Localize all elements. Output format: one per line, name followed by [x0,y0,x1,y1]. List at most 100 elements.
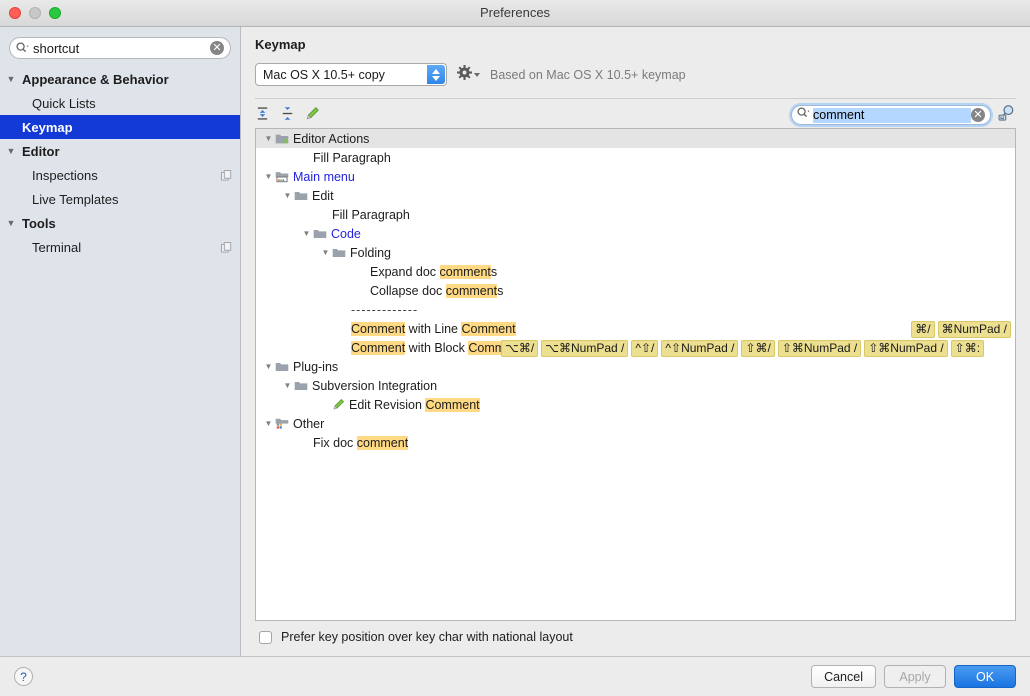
copy-settings-icon[interactable] [221,241,232,253]
chevron-down-icon[interactable]: ▼ [281,381,294,390]
sidebar-item-terminal[interactable]: Terminal [0,235,240,259]
sidebar-item-quick-lists[interactable]: Quick Lists [0,91,240,115]
window-title: Preferences [479,5,551,20]
shortcut-badge[interactable]: ⇧⌘NumPad / [864,340,948,357]
sidebar-search-clear-icon[interactable]: ✕ [210,41,224,55]
tree-row-label: Main menu [293,169,355,184]
tree-row[interactable]: ▼ Folding [256,243,1015,262]
tree-search-container: ✕ [791,103,1016,127]
shortcut-badges: ⌥⌘/⌥⌘NumPad / ^⇧/^⇧NumPad / ⇧⌘/⇧⌘NumPad / ⇧… [501,340,985,357]
edit-shortcut-pencil-icon[interactable] [305,106,320,121]
tree-row[interactable]: ▼ Edit [256,186,1015,205]
sidebar-item-label: Keymap [22,119,73,135]
tree-row[interactable]: ▼ Plug-ins [256,357,1015,376]
sidebar-search-input[interactable] [33,39,210,57]
shortcut-badge[interactable]: ⇧⌘: [950,340,985,357]
shortcut-badges: ⌘/⌘NumPad / [911,321,1011,338]
tree-row-label: Collapse doc comments [370,283,504,298]
ok-button[interactable]: OK [954,665,1016,688]
tree-row[interactable]: ▼ Code [256,224,1015,243]
tree-row[interactable]: ------------- [256,300,1015,319]
shortcut-badge[interactable]: ⌘/ [911,321,935,338]
sidebar-item-label: Inspections [32,167,98,183]
tree-row[interactable]: Edit Revision Comment [256,395,1015,414]
prefer-key-position-row[interactable]: Prefer key position over key char with n… [241,621,1030,644]
keymap-pane: Keymap Mac OS X 10.5+ copy Based on Mac … [241,27,1030,656]
tree-row[interactable]: ▼ Editor Actions [256,129,1015,148]
chevron-down-icon[interactable]: ▼ [0,74,22,84]
tree-search-clear-icon[interactable]: ✕ [971,108,985,122]
editor-actions-icon [275,132,289,145]
expand-all-icon[interactable] [255,106,270,121]
sidebar-item-keymap[interactable]: Keymap [0,115,240,139]
keymap-settings-button[interactable] [457,64,480,85]
chevron-down-icon[interactable]: ▼ [0,146,22,156]
sidebar-item-tools[interactable]: ▼ Tools [0,211,240,235]
chevron-down-icon[interactable]: ▼ [281,191,294,200]
tree-row[interactable]: Collapse doc comments [256,281,1015,300]
prefer-key-position-checkbox[interactable] [259,630,272,644]
chevron-down-icon[interactable]: ▼ [262,362,275,371]
folder-icon [332,247,346,259]
chevron-down-icon[interactable]: ▼ [0,218,22,228]
page-title: Keymap [255,37,306,52]
cancel-button[interactable]: Cancel [811,665,876,688]
sidebar-search-container: ✕ [0,33,240,67]
tree-row-label: Fill Paragraph [332,207,410,222]
chevron-down-icon[interactable]: ▼ [262,134,275,143]
tree-row[interactable]: ▼ Other [256,414,1015,433]
tree-row-label: Fill Paragraph [313,150,391,165]
chevron-down-icon[interactable]: ▼ [319,248,332,257]
tree-row-label: Edit [312,188,334,203]
chevron-down-icon[interactable]: ▼ [300,229,313,238]
find-by-shortcut-icon[interactable] [997,103,1016,127]
collapse-all-icon[interactable] [280,106,295,121]
shortcut-badge[interactable]: ^⇧NumPad / [661,340,739,357]
prefer-key-position-label: Prefer key position over key char with n… [281,630,573,644]
help-button[interactable]: ? [14,667,33,686]
tree-row[interactable]: Fill Paragraph [256,148,1015,167]
pane-header: Keymap [241,27,1030,52]
shortcut-badge[interactable]: ⇧⌘NumPad / [777,340,862,357]
chevron-updown-icon[interactable] [427,65,445,84]
apply-button[interactable]: Apply [884,665,946,688]
shortcut-badge[interactable]: ⌥⌘/ [501,340,539,357]
copy-settings-icon[interactable] [221,169,232,181]
sidebar-item-appearance-behavior[interactable]: ▼ Appearance & Behavior [0,67,240,91]
pencil-icon [332,398,345,411]
tree-row-label: Fix doc comment [313,435,409,450]
chevron-down-icon[interactable]: ▼ [262,172,275,181]
tree-row[interactable]: Expand doc comments [256,262,1015,281]
chevron-down-icon[interactable]: ▼ [262,419,275,428]
tree-row[interactable]: Comment with Block Comment ⌥⌘/⌥⌘NumPad / ^… [256,338,1015,357]
tree-search-input[interactable] [813,107,971,123]
tree-search-field[interactable]: ✕ [791,105,991,125]
sidebar-search-field[interactable]: ✕ [9,37,231,59]
sidebar-item-inspections[interactable]: Inspections [0,163,240,187]
shortcut-badge[interactable]: ⌘NumPad / [937,321,1011,338]
sidebar-item-editor[interactable]: ▼ Editor [0,139,240,163]
sidebar-item-live-templates[interactable]: Live Templates [0,187,240,211]
shortcut-badge[interactable]: ⇧⌘/ [741,340,775,357]
preferences-window: Preferences ✕ ▼Appearance & Be [0,0,1030,696]
window-body: ✕ ▼Appearance & BehaviorQuick ListsKeyma… [0,27,1030,656]
keymap-select[interactable]: Mac OS X 10.5+ copy [255,63,447,86]
sidebar-item-label: Editor [22,143,60,159]
folder-icon [313,228,327,240]
keymap-tree: ▼ Editor Actions Fill Paragraph ▼ Main menu ▼… [256,129,1015,452]
tree-row-label: Other [293,416,325,431]
folder-icon [294,380,308,392]
tree-row-label: Edit Revision Comment [349,397,480,412]
tree-row-label: Code [331,226,361,241]
tree-row[interactable]: Comment with Line Comment ⌘/⌘NumPad / [256,319,1015,338]
dialog-footer: ? Cancel Apply OK [0,656,1030,696]
sidebar: ✕ ▼Appearance & BehaviorQuick Lists Keyma… [0,27,241,656]
tree-row[interactable]: Fix doc comment [256,433,1015,452]
tree-row[interactable]: ▼ Subversion Integration [256,376,1015,395]
tree-row[interactable]: ▼ Main menu [256,167,1015,186]
tree-row[interactable]: Fill Paragraph [256,205,1015,224]
shortcut-badge[interactable]: ⌥⌘NumPad / [541,340,629,357]
chevron-down-icon [474,72,480,77]
keymap-tree-container[interactable]: ▼ Editor Actions Fill Paragraph ▼ Main menu ▼… [255,128,1016,621]
shortcut-badge[interactable]: ^⇧/ [631,340,659,357]
